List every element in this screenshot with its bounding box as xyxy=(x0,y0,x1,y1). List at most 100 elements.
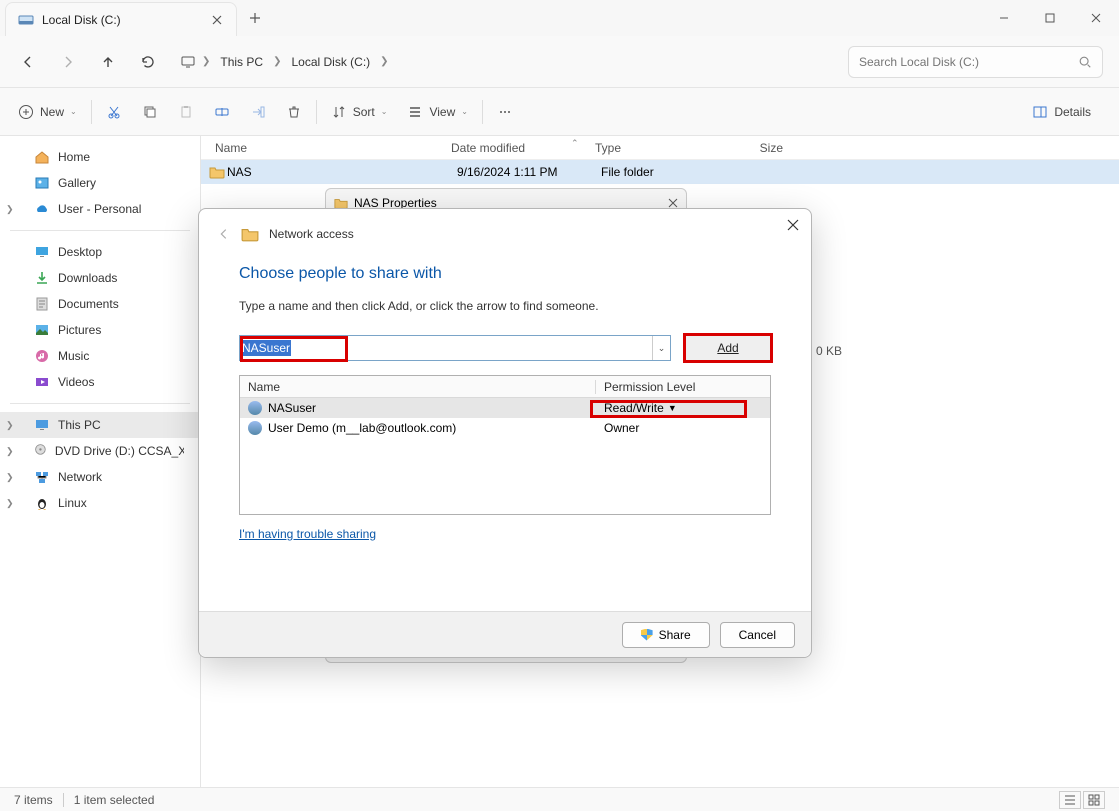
refresh-button[interactable] xyxy=(130,44,166,80)
thumb-view-icon[interactable] xyxy=(1083,791,1105,809)
sidebar-item-linux[interactable]: ❯Linux xyxy=(0,490,200,516)
document-icon xyxy=(34,296,50,312)
column-headers[interactable]: ⌃ Name Date modified Type Size xyxy=(201,136,1119,160)
sidebar-item-network[interactable]: ❯Network xyxy=(0,464,200,490)
close-icon[interactable] xyxy=(668,198,678,208)
new-tab-button[interactable] xyxy=(237,0,273,36)
crumb-local-disk[interactable]: Local Disk (C:) xyxy=(287,51,374,73)
file-row-nas[interactable]: NAS 9/16/2024 1:11 PM File folder xyxy=(201,160,1119,184)
chevron-right-icon: ❯ xyxy=(273,56,281,67)
cancel-button[interactable]: Cancel xyxy=(720,622,795,648)
col-size[interactable]: Size xyxy=(715,141,795,155)
drive-icon xyxy=(18,12,34,28)
trouble-sharing-link[interactable]: I'm having trouble sharing xyxy=(239,527,376,541)
chevron-down-icon: ▼ xyxy=(668,403,677,413)
sidebar-item-downloads[interactable]: Downloads xyxy=(0,265,200,291)
search-icon[interactable] xyxy=(1078,55,1092,69)
divider xyxy=(63,793,64,807)
close-window-button[interactable] xyxy=(1073,0,1119,36)
share-button[interactable] xyxy=(240,95,276,129)
back-button[interactable] xyxy=(10,44,46,80)
close-icon[interactable] xyxy=(787,219,799,231)
user-icon xyxy=(248,401,262,415)
home-icon xyxy=(34,149,50,165)
col-name[interactable]: Name xyxy=(201,141,451,155)
breadcrumb[interactable]: ❯ This PC ❯ Local Disk (C:) ❯ xyxy=(180,51,844,73)
window-controls xyxy=(981,0,1119,36)
permission-dropdown[interactable]: Read/Write ▼ xyxy=(596,401,770,415)
view-button[interactable]: View ⌄ xyxy=(397,95,478,129)
folder-share-icon xyxy=(241,225,259,243)
close-icon[interactable] xyxy=(210,13,224,27)
toolbar: New ⌄ Sort ⌄ View ⌄ Details xyxy=(0,88,1119,136)
divider xyxy=(482,100,483,124)
delete-button[interactable] xyxy=(276,95,312,129)
rename-button[interactable] xyxy=(204,95,240,129)
chevron-right-icon: ❯ xyxy=(6,420,14,431)
search-box[interactable] xyxy=(848,46,1103,78)
sidebar-item-home[interactable]: Home xyxy=(0,144,200,170)
cut-button[interactable] xyxy=(96,95,132,129)
maximize-button[interactable] xyxy=(1027,0,1073,36)
download-icon xyxy=(34,270,50,286)
chevron-right-icon: ❯ xyxy=(6,472,14,483)
details-label: Details xyxy=(1054,105,1091,119)
sidebar-item-user-personal[interactable]: ❯User - Personal xyxy=(0,196,200,222)
details-pane-button[interactable]: Details xyxy=(1032,104,1111,120)
chevron-down-icon: ⌄ xyxy=(381,107,388,116)
shield-icon xyxy=(641,629,653,641)
sidebar-item-dvd[interactable]: ❯DVD Drive (D:) CCSA_X64FR xyxy=(0,438,200,464)
share-list-header[interactable]: Name Permission Level xyxy=(240,376,770,398)
name-combobox[interactable]: NASuser ⌄ xyxy=(239,335,671,361)
back-icon[interactable] xyxy=(217,227,231,241)
name-input[interactable] xyxy=(291,337,652,359)
music-icon xyxy=(34,348,50,364)
chevron-right-icon: ❯ xyxy=(6,446,14,457)
more-button[interactable] xyxy=(487,95,523,129)
chevron-right-icon: ❯ xyxy=(380,56,388,67)
sidebar-item-videos[interactable]: Videos xyxy=(0,369,200,395)
sort-indicator-icon: ⌃ xyxy=(571,138,579,149)
up-button[interactable] xyxy=(90,44,126,80)
col-name[interactable]: Name xyxy=(240,380,596,394)
paste-button[interactable] xyxy=(168,95,204,129)
combo-selected-text: NASuser xyxy=(241,340,291,356)
crumb-this-pc[interactable]: This PC xyxy=(216,51,267,73)
folder-icon xyxy=(205,164,221,180)
add-button[interactable]: Add xyxy=(685,335,771,361)
copy-button[interactable] xyxy=(132,95,168,129)
forward-button[interactable] xyxy=(50,44,86,80)
sidebar-item-documents[interactable]: Documents xyxy=(0,291,200,317)
share-row-nasuser[interactable]: NASuser Read/Write ▼ xyxy=(240,398,770,418)
sidebar: Home Gallery ❯User - Personal Desktop Do… xyxy=(0,136,201,787)
share-button[interactable]: Share xyxy=(622,622,710,648)
tab-local-disk[interactable]: Local Disk (C:) xyxy=(5,2,237,36)
sort-button[interactable]: Sort ⌄ xyxy=(321,95,398,129)
share-row-userdemo[interactable]: User Demo (m__lab@outlook.com) Owner xyxy=(240,418,770,438)
status-items: 7 items xyxy=(14,793,53,807)
details-view-icon[interactable] xyxy=(1059,791,1081,809)
chevron-right-icon: ❯ xyxy=(202,56,210,67)
sidebar-item-this-pc[interactable]: ❯This PC xyxy=(0,412,200,438)
divider xyxy=(316,100,317,124)
search-input[interactable] xyxy=(859,55,1078,69)
new-button[interactable]: New ⌄ xyxy=(8,95,87,129)
onedrive-icon xyxy=(34,201,50,217)
minimize-button[interactable] xyxy=(981,0,1027,36)
sidebar-item-pictures[interactable]: Pictures xyxy=(0,317,200,343)
chevron-right-icon: ❯ xyxy=(6,204,14,215)
sidebar-item-music[interactable]: Music xyxy=(0,343,200,369)
chevron-down-icon[interactable]: ⌄ xyxy=(652,336,670,360)
col-type[interactable]: Type xyxy=(595,141,715,155)
monitor-icon xyxy=(180,54,196,70)
col-permission[interactable]: Permission Level xyxy=(596,380,770,394)
sidebar-item-desktop[interactable]: Desktop xyxy=(0,239,200,265)
video-icon xyxy=(34,374,50,390)
sort-label: Sort xyxy=(353,105,375,119)
sidebar-item-gallery[interactable]: Gallery xyxy=(0,170,200,196)
view-label: View xyxy=(429,105,455,119)
chevron-down-icon: ⌄ xyxy=(461,107,468,116)
monitor-icon xyxy=(34,417,50,433)
view-mode-toggle xyxy=(1059,791,1105,809)
tab-title: Local Disk (C:) xyxy=(42,13,202,27)
